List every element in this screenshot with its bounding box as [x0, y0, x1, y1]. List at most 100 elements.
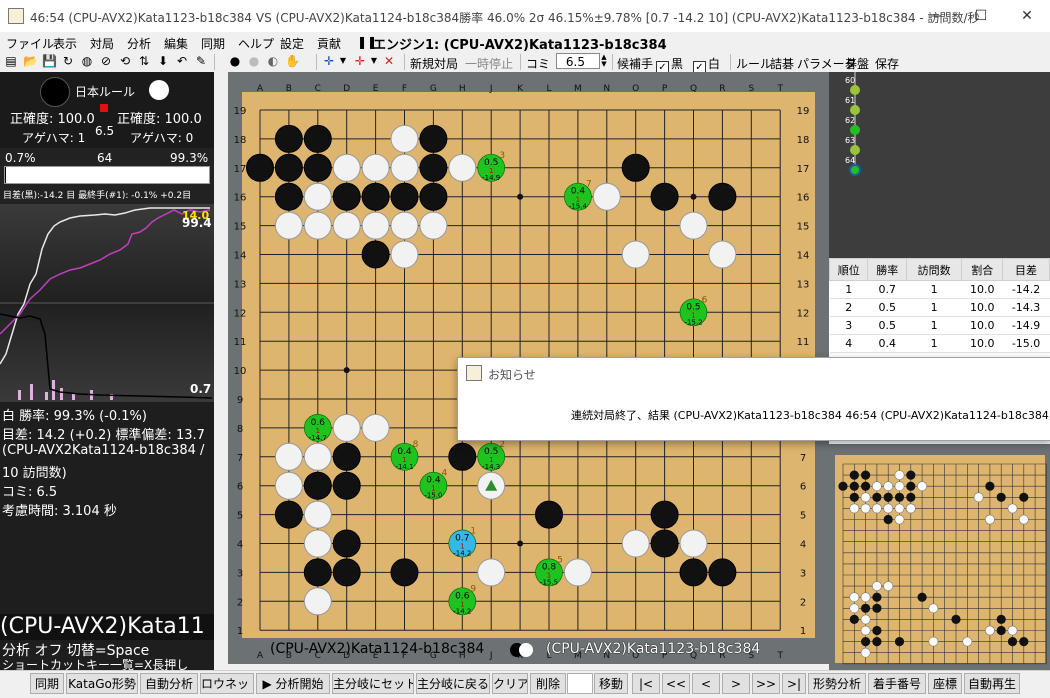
- move-number-input[interactable]: [567, 673, 593, 694]
- save-icon[interactable]: 💾: [42, 54, 57, 68]
- back-button[interactable]: <: [692, 673, 720, 694]
- white-stone[interactable]: [592, 182, 621, 211]
- white-stone[interactable]: [390, 153, 419, 182]
- black-stone[interactable]: [246, 153, 274, 182]
- black-stone[interactable]: [448, 442, 477, 471]
- tree-node[interactable]: [849, 164, 861, 176]
- white-stone[interactable]: [621, 529, 650, 558]
- black-stone[interactable]: [390, 558, 419, 587]
- no-entry-icon[interactable]: ⊘: [99, 54, 113, 68]
- undo-icon[interactable]: ↶: [175, 54, 189, 68]
- black-stone[interactable]: [621, 153, 650, 182]
- black-stone[interactable]: [650, 529, 679, 558]
- header-score[interactable]: 目差: [1002, 258, 1050, 281]
- save-button[interactable]: 保存: [875, 55, 899, 72]
- white-stone[interactable]: [563, 558, 592, 587]
- black-stone[interactable]: [332, 529, 361, 558]
- menu-analysis[interactable]: 分析: [127, 35, 151, 52]
- maximize-button[interactable]: ☐: [958, 0, 1004, 32]
- close-button[interactable]: ✕: [1004, 0, 1050, 32]
- white-stone[interactable]: [390, 124, 419, 153]
- candidate-move[interactable]: 0.61-14.7: [303, 414, 332, 442]
- white-stone[interactable]: [332, 153, 361, 182]
- white-stone[interactable]: [679, 529, 708, 558]
- clear-button[interactable]: クリア: [492, 673, 528, 694]
- black-stone[interactable]: [303, 124, 332, 153]
- white-stone[interactable]: [332, 211, 361, 240]
- chevron-down-icon[interactable]: ▼: [336, 54, 350, 68]
- komi-input[interactable]: 6.5: [556, 53, 600, 69]
- delete-button[interactable]: 削除: [530, 673, 566, 694]
- white-stone[interactable]: [303, 500, 332, 529]
- white-stone[interactable]: [332, 413, 361, 442]
- white-stone[interactable]: [679, 211, 708, 240]
- menu-file[interactable]: ファイル: [6, 35, 54, 52]
- table-row[interactable]: 4 0.4 1 10.0 -15.0: [829, 334, 1050, 353]
- katago-eval-button[interactable]: KataGo形勢: [66, 673, 138, 694]
- blue-cross-icon[interactable]: ✛: [322, 54, 336, 68]
- black-stone[interactable]: [419, 182, 448, 211]
- tree-node[interactable]: [850, 125, 860, 135]
- menu-edit[interactable]: 編集: [164, 35, 188, 52]
- chevron-down-icon[interactable]: ▼: [367, 54, 381, 68]
- white-stone[interactable]: [621, 240, 650, 269]
- white-stone[interactable]: [390, 211, 419, 240]
- move-numbers-button[interactable]: 着手番号: [868, 673, 926, 694]
- rules-button[interactable]: ルール: [736, 55, 772, 72]
- black-stone[interactable]: [274, 124, 303, 153]
- menu-game[interactable]: 対局: [90, 35, 114, 52]
- forward-button[interactable]: >: [722, 673, 750, 694]
- new-file-icon[interactable]: ▤: [4, 54, 18, 68]
- white-stone[interactable]: [361, 413, 390, 442]
- table-row[interactable]: 1 0.7 1 10.0 -14.2: [829, 280, 1050, 299]
- white-stone[interactable]: [274, 442, 303, 471]
- black-stone[interactable]: [419, 153, 448, 182]
- black-stone[interactable]: [708, 558, 737, 587]
- white-stone[interactable]: [419, 211, 448, 240]
- white-stone-icon[interactable]: ●: [247, 54, 261, 68]
- sync-icon[interactable]: ⟲: [118, 54, 132, 68]
- white-stone[interactable]: [390, 240, 419, 269]
- white-stone[interactable]: [303, 211, 332, 240]
- swap-icon[interactable]: ⇅: [137, 54, 151, 68]
- black-stone[interactable]: [361, 240, 390, 269]
- tree-node[interactable]: [850, 85, 860, 95]
- engine-label[interactable]: エンジン1: (CPU-AVX2)Kata1123-b18c384: [373, 34, 667, 53]
- white-stone[interactable]: [274, 471, 303, 500]
- white-stone[interactable]: [303, 529, 332, 558]
- start-analysis-button[interactable]: ▶ 分析開始: [256, 673, 330, 694]
- black-stone[interactable]: [361, 182, 390, 211]
- header-winrate[interactable]: 勝率: [867, 258, 907, 281]
- header-rank[interactable]: 順位: [828, 258, 869, 281]
- tsumego-button[interactable]: 詰碁: [770, 55, 794, 72]
- white-stone[interactable]: [477, 558, 506, 587]
- down-arrow-icon[interactable]: ⬇: [156, 54, 170, 68]
- header-visits[interactable]: 訪問数: [905, 258, 963, 281]
- white-stone[interactable]: [361, 153, 390, 182]
- white-stone[interactable]: [448, 153, 477, 182]
- compass-icon[interactable]: ◍: [80, 54, 94, 68]
- black-stone[interactable]: [419, 124, 448, 153]
- white-stone[interactable]: [361, 211, 390, 240]
- komi-spinner-icon[interactable]: ▲ ▼: [597, 54, 611, 68]
- black-stone[interactable]: [332, 471, 361, 500]
- coordinates-button[interactable]: 座標: [928, 673, 962, 694]
- white-stone[interactable]: [274, 211, 303, 240]
- black-stone[interactable]: [303, 153, 332, 182]
- black-stone[interactable]: [332, 182, 361, 211]
- position-analysis-button[interactable]: 形勢分析: [808, 673, 866, 694]
- move-tree[interactable]: 60 61 62 63 64: [829, 72, 1050, 258]
- red-x-icon[interactable]: ✕: [382, 54, 396, 68]
- black-stone[interactable]: [274, 500, 303, 529]
- goto-button[interactable]: 移動: [594, 673, 628, 694]
- black-stone[interactable]: [274, 182, 303, 211]
- alternate-stone-icon[interactable]: ◐: [266, 54, 280, 68]
- red-cross-icon[interactable]: ✛: [353, 54, 367, 68]
- tree-node[interactable]: [850, 105, 860, 115]
- menu-settings[interactable]: 設定: [280, 35, 304, 52]
- autoplay-button[interactable]: 自動再生: [964, 673, 1020, 694]
- menu-contribute[interactable]: 貢献: [317, 35, 341, 52]
- menu-help[interactable]: ヘルプ: [238, 35, 274, 52]
- forward-10-button[interactable]: >>: [752, 673, 780, 694]
- back-main-branch-button[interactable]: 主分岐に戻る: [416, 673, 490, 694]
